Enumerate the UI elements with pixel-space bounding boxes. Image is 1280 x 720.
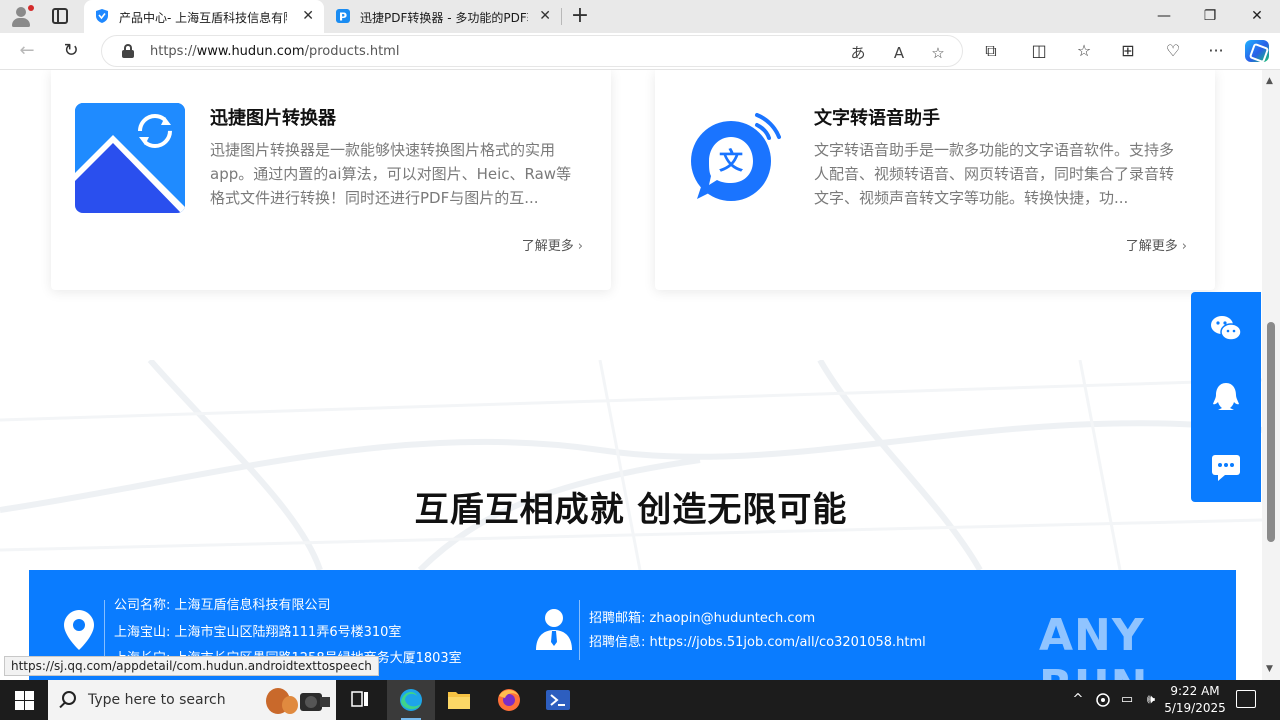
url-text: https://www.hudun.com/products.html bbox=[150, 44, 400, 59]
firefox-icon[interactable] bbox=[485, 680, 533, 720]
floating-contact-panel bbox=[1191, 292, 1261, 502]
divider bbox=[579, 600, 580, 660]
location-pin-icon bbox=[64, 610, 94, 650]
divider bbox=[104, 600, 105, 660]
anyrun-watermark: ANY RUN bbox=[1039, 610, 1147, 680]
start-button[interactable] bbox=[0, 680, 48, 720]
tab-actions-icon[interactable] bbox=[52, 8, 68, 24]
scroll-down-icon[interactable]: ▼ bbox=[1266, 664, 1273, 674]
clock-time: 9:22 AM bbox=[1170, 684, 1220, 698]
tab-close-icon[interactable]: ✕ bbox=[302, 8, 314, 24]
product-name: 迅捷图片转换器 bbox=[210, 108, 336, 129]
page-scrollbar[interactable]: ▲ ▼ bbox=[1262, 70, 1280, 680]
tab-separator bbox=[561, 8, 562, 25]
windows-taskbar: Type here to search ^ ▭ 🕪 9:22 AM 5/19/2… bbox=[0, 680, 1280, 720]
pdf-converter-icon: P bbox=[336, 9, 350, 24]
browser-essentials-icon[interactable]: ♡ bbox=[1161, 40, 1185, 62]
split-screen-icon[interactable]: ◫ bbox=[1027, 40, 1051, 62]
notification-center-icon[interactable] bbox=[1236, 690, 1256, 708]
tab-close-icon[interactable]: ✕ bbox=[539, 8, 551, 24]
settings-menu-icon[interactable]: ··· bbox=[1204, 40, 1228, 62]
file-explorer-icon[interactable] bbox=[435, 680, 483, 720]
product-card[interactable]: 迅捷图片转换器 迅捷图片转换器是一款能够快速转换图片格式的实用app。通过内置的… bbox=[51, 70, 611, 290]
svg-text:P: P bbox=[339, 11, 347, 24]
translate-icon[interactable]: あ bbox=[848, 43, 868, 63]
volume-icon[interactable]: 🕪 bbox=[1141, 690, 1161, 710]
taskbar-clock[interactable]: 9:22 AM 5/19/2025 bbox=[1160, 683, 1230, 717]
hudun-shield-icon bbox=[96, 9, 108, 23]
tab-bar: 产品中心- 上海互盾科技信息有限 ✕ P 迅捷PDF转换器 - 多功能的PDF转… bbox=[0, 0, 1280, 33]
clock-date: 5/19/2025 bbox=[1164, 701, 1226, 715]
extensions-icon[interactable]: ⧉ bbox=[979, 40, 1003, 62]
chevron-right-icon: › bbox=[577, 239, 583, 254]
page-viewport: 迅捷图片转换器 迅捷图片转换器是一款能够快速转换图片格式的实用app。通过内置的… bbox=[0, 70, 1262, 680]
minimize-button[interactable]: — bbox=[1141, 0, 1187, 33]
network-icon[interactable]: ▭ bbox=[1117, 690, 1137, 710]
learn-more-link[interactable]: 了解更多 › bbox=[1126, 235, 1187, 254]
back-button[interactable]: ← bbox=[14, 39, 40, 63]
product-description: 迅捷图片转换器是一款能够快速转换图片格式的实用app。通过内置的ai算法，可以对… bbox=[210, 141, 572, 207]
taskbar-search-input[interactable]: Type here to search bbox=[48, 680, 336, 720]
search-icon bbox=[62, 691, 76, 705]
qq-icon[interactable] bbox=[1210, 382, 1242, 412]
favorites-icon[interactable]: ☆ bbox=[1072, 40, 1096, 62]
lock-icon[interactable] bbox=[122, 44, 134, 58]
svg-text:文: 文 bbox=[719, 147, 744, 175]
edge-taskbar-icon[interactable] bbox=[387, 680, 435, 720]
maximize-button[interactable]: ❐ bbox=[1187, 0, 1233, 33]
recruiter-person-icon bbox=[536, 609, 572, 650]
task-view-icon[interactable] bbox=[336, 680, 384, 720]
url-input[interactable]: https://www.hudun.com/products.html あ A … bbox=[101, 35, 963, 67]
new-tab-button[interactable]: + bbox=[569, 4, 591, 28]
refresh-button[interactable]: ↻ bbox=[58, 39, 84, 63]
favorite-star-icon[interactable]: ☆ bbox=[928, 43, 948, 63]
copilot-icon[interactable] bbox=[1245, 40, 1269, 62]
tab-pdf-converter[interactable]: P 迅捷PDF转换器 - 多功能的PDF转 ✕ bbox=[325, 0, 561, 33]
map-background bbox=[0, 360, 1262, 570]
meet-now-icon[interactable] bbox=[1093, 690, 1113, 710]
learn-more-link[interactable]: 了解更多 › bbox=[522, 235, 583, 254]
address-baoshan: 上海宝山: 上海市宝山区陆翔路111弄6号楼310室 bbox=[114, 625, 402, 640]
recruit-jobs-link[interactable]: 招聘信息: https://jobs.51job.com/all/co32010… bbox=[589, 634, 926, 652]
search-placeholder: Type here to search bbox=[88, 692, 226, 708]
text-to-speech-icon: 文 bbox=[679, 103, 789, 213]
product-card[interactable]: 文 文字转语音助手 文字转语音助手是一款多功能的文字语音软件。支持多人配音、视频… bbox=[655, 70, 1215, 290]
powershell-icon[interactable] bbox=[534, 680, 582, 720]
tab-hudun-products[interactable]: 产品中心- 上海互盾科技信息有限 ✕ bbox=[84, 0, 324, 33]
image-convert-icon bbox=[75, 103, 185, 213]
profile-icon[interactable] bbox=[8, 4, 34, 30]
tab-title: 产品中心- 上海互盾科技信息有限 bbox=[119, 11, 287, 25]
wechat-icon[interactable] bbox=[1210, 314, 1242, 344]
scrollbar-thumb[interactable] bbox=[1267, 322, 1275, 542]
scroll-up-icon[interactable]: ▲ bbox=[1266, 76, 1273, 86]
slogan-heading: 互盾互相成就 创造无限可能 bbox=[414, 490, 848, 530]
product-description: 文字转语音助手是一款多功能的文字语音软件。支持多人配音、视频转语音、网页转语音，… bbox=[814, 141, 1175, 207]
tray-chevron-icon[interactable]: ^ bbox=[1068, 690, 1088, 710]
company-name: 公司名称: 上海互盾信息科技有限公司 bbox=[114, 598, 331, 613]
close-window-button[interactable]: ✕ bbox=[1234, 0, 1280, 33]
tab-title: 迅捷PDF转换器 - 多功能的PDF转 bbox=[360, 11, 528, 25]
read-aloud-icon[interactable]: A bbox=[889, 43, 909, 63]
product-name: 文字转语音助手 bbox=[814, 108, 940, 129]
collections-icon[interactable]: ⊞ bbox=[1116, 40, 1140, 62]
recruit-email[interactable]: 招聘邮箱: zhaopin@huduntech.com bbox=[589, 610, 815, 628]
status-link-preview: https://sj.qq.com/appdetail/com.hudun.an… bbox=[4, 656, 379, 676]
chat-message-icon[interactable] bbox=[1210, 452, 1242, 482]
chevron-right-icon: › bbox=[1181, 239, 1187, 254]
search-highlight-icon bbox=[266, 688, 330, 714]
